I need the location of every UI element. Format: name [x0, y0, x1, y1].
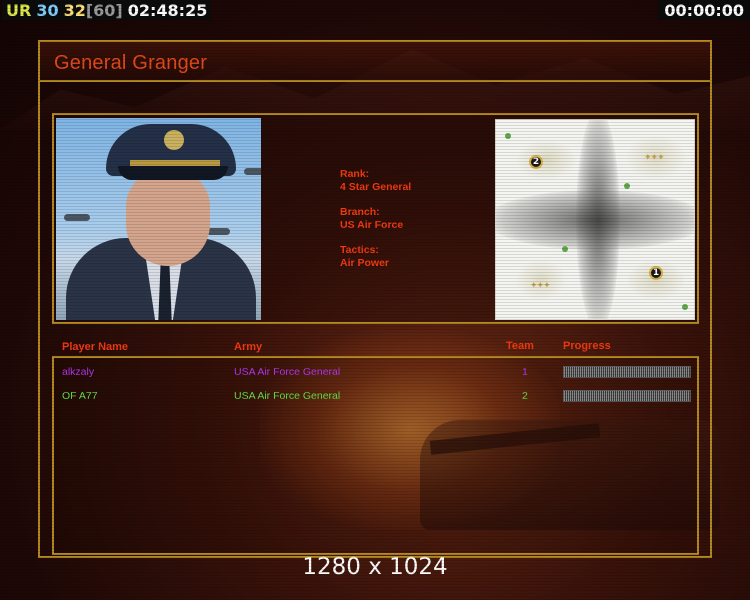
hud-value-b: 32 — [63, 0, 86, 20]
tree-icon — [562, 246, 568, 252]
tactics-label: Tactics: — [340, 244, 379, 256]
player-list — [52, 356, 699, 555]
hud-stats: UR 30 32 [60] 02:48:25 — [2, 0, 212, 20]
minimap: ✦✦✦ ✦✦✦ 2 1 — [495, 119, 695, 320]
portrait-face — [126, 170, 210, 266]
portrait-cap-visor — [118, 166, 228, 180]
tree-icon — [624, 183, 630, 189]
cap-badge-icon — [164, 130, 184, 150]
supply-icon: ✦✦✦ — [530, 280, 551, 290]
general-details: Rank: 4 Star General Branch: US Air Forc… — [340, 168, 411, 269]
loading-progress-bar — [563, 366, 691, 378]
start-position-1-marker: 1 — [649, 266, 663, 280]
player-name: OF A77 — [62, 390, 98, 402]
hud-value-a: 30 — [36, 0, 59, 20]
hud-timer: 00:00:00 — [658, 0, 750, 20]
column-header-army: Army — [234, 341, 263, 353]
column-header-player-name: Player Name — [62, 341, 129, 353]
player-army: USA Air Force General — [234, 390, 341, 402]
helicopter-icon — [64, 214, 90, 221]
table-row: alkzaly USA Air Force General 1 — [0, 366, 750, 382]
title-bar: General Granger — [38, 40, 712, 82]
tree-icon — [682, 304, 688, 310]
rank-label: Rank: — [340, 168, 370, 180]
tactics-value: Air Power — [340, 256, 390, 269]
player-name: alkzaly — [62, 366, 95, 378]
tree-icon — [505, 133, 511, 139]
start-position-2-marker: 2 — [529, 155, 543, 169]
hud-prefix: UR — [6, 0, 32, 20]
page-title: General Granger — [54, 52, 208, 74]
branch-value: US Air Force — [340, 218, 404, 231]
player-army: USA Air Force General — [234, 366, 341, 378]
resolution-label: 1280 x 1024 — [302, 554, 448, 580]
helicopter-icon — [244, 168, 261, 175]
loading-progress-bar — [563, 390, 691, 402]
branch-label: Branch: — [340, 206, 380, 218]
player-team: 1 — [522, 366, 528, 378]
table-row: OF A77 USA Air Force General 2 — [0, 390, 750, 406]
player-team: 2 — [522, 390, 528, 402]
column-header-progress: Progress — [563, 340, 611, 352]
supply-icon: ✦✦✦ — [644, 152, 665, 162]
rank-value: 4 Star General — [340, 180, 412, 193]
general-portrait — [56, 118, 261, 320]
hud-value-c: [60] — [85, 0, 123, 20]
column-header-team: Team — [506, 340, 534, 352]
hud-elapsed-time: 02:48:25 — [127, 0, 208, 20]
